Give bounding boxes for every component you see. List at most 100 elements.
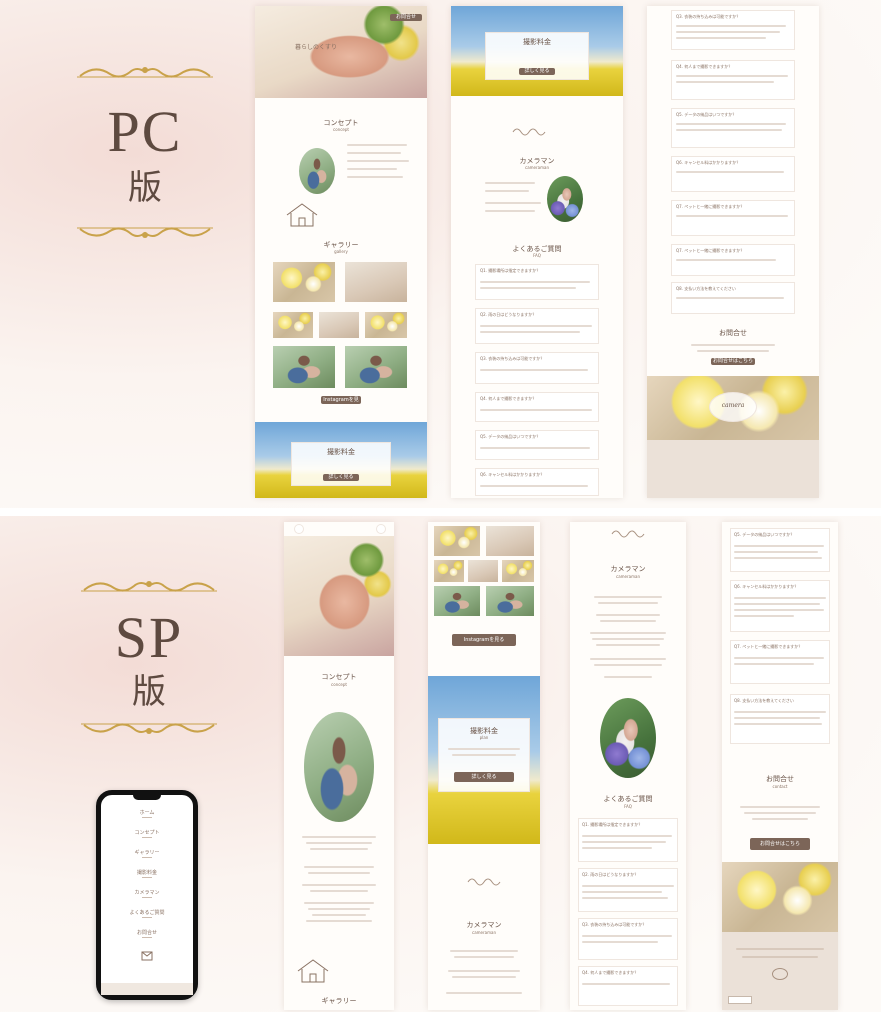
booking-button[interactable]: 詳しく見る	[454, 772, 514, 782]
gallery-photo[interactable]	[468, 560, 498, 582]
footer-flower-image	[722, 862, 838, 932]
logo-text: camera	[721, 402, 745, 409]
faq-item[interactable]: Q5. データの納品はいつですか？	[475, 430, 599, 460]
pc-title: PC	[107, 99, 183, 164]
faq-item[interactable]: Q4. 何人まで撮影できますか？	[475, 392, 599, 422]
faq-item[interactable]: Q1. 撮影場所は指定できますか？	[578, 818, 678, 862]
sp-subtitle: 版	[132, 671, 166, 712]
cameraman-heading-en: cameraman	[472, 930, 496, 935]
sp-page-column-1: コンセプト concept ギャラリー	[284, 522, 394, 1010]
contact-heading: お問合せ	[719, 329, 747, 337]
faq-heading: よくあるご質問	[603, 795, 653, 803]
booking-button[interactable]: 詳しく見る	[323, 474, 359, 481]
ornament-bottom-icon	[81, 723, 217, 734]
pc-page-column-3: Q3. 衣装の持ち込みは可能ですか？ Q4. 何人まで撮影できますか？ Q5. …	[647, 6, 819, 498]
concept-heading-en: concept	[331, 682, 347, 687]
faq-item[interactable]: Q6. キャンセル料はかかりますか？	[475, 468, 599, 496]
ornament-bottom-icon	[77, 227, 213, 238]
house-icon	[286, 203, 318, 227]
instagram-button[interactable]: Instagramを見る	[452, 634, 516, 646]
faq-item[interactable]: Q8. 支払い方法を教えてください	[671, 282, 795, 314]
faq-item[interactable]: Q2. 雨の日はどうなりますか？	[475, 308, 599, 344]
page-top-button[interactable]	[728, 996, 752, 1004]
faq-item[interactable]: Q1. 撮影場所は指定できますか？	[475, 264, 599, 300]
instagram-button[interactable]: Instagramを見る	[321, 396, 361, 411]
gallery-photo[interactable]	[273, 312, 313, 338]
gallery-photo[interactable]	[486, 526, 534, 556]
header-contact-button[interactable]: お問合せ	[390, 14, 422, 21]
gallery-photo[interactable]	[434, 560, 464, 582]
faq-item[interactable]: Q3. 衣装の持ち込みは可能ですか？	[578, 918, 678, 960]
cameraman-heading: カメラマン	[466, 921, 502, 929]
menu-item[interactable]: お問合せ	[101, 929, 193, 938]
gallery-photo[interactable]	[486, 586, 534, 616]
cameraman-photo	[600, 698, 656, 778]
contact-button[interactable]: お問合せはこちら	[711, 358, 755, 365]
gallery-photo[interactable]	[502, 560, 534, 582]
menu-item[interactable]: よくあるご質問	[101, 909, 193, 918]
faq-item[interactable]: Q7. ペットと一緒に撮影できますか？	[730, 640, 830, 684]
scroll-ornament-icon	[611, 530, 645, 538]
cameraman-photo	[547, 176, 583, 222]
faq-item[interactable]: Q5. データの納品はいつですか？	[730, 528, 830, 572]
gallery-photo[interactable]	[345, 346, 407, 388]
gallery-photo[interactable]	[434, 586, 480, 616]
scroll-ornament-icon	[467, 878, 501, 886]
hero-text: 暮らしのくすり	[295, 44, 338, 51]
pc-page-column-1: 暮らしのくすり お問合せ コンセプト concept ギャラリー gallery…	[255, 6, 427, 498]
faq-item[interactable]: Q3. 衣装の持ち込みは可能ですか？	[671, 10, 795, 50]
logo-icon[interactable]	[294, 524, 304, 534]
cameraman-heading: カメラマン	[610, 565, 646, 573]
sp-page-column-2: Instagramを見る 撮影料金 plan 詳しく見る カメラマン camer…	[428, 522, 540, 1010]
faq-item[interactable]: Q2. 雨の日はどうなりますか？	[578, 868, 678, 912]
concept-heading-en: concept	[333, 127, 349, 132]
gallery-photo[interactable]	[319, 312, 359, 338]
gallery-photo[interactable]	[434, 526, 480, 556]
ornament-top-icon	[81, 581, 217, 592]
faq-item[interactable]: Q6. キャンセル料はかかりますか？	[671, 156, 795, 192]
sp-title-block: SP 版	[74, 576, 224, 739]
faq-item[interactable]: Q5. データの納品はいつですか？	[671, 108, 795, 148]
contact-button[interactable]: お問合せはこちら	[750, 838, 810, 850]
concept-photo	[304, 712, 374, 822]
house-icon	[297, 959, 329, 983]
faq-item[interactable]: Q7. ペットと一緒に撮影できますか？	[671, 244, 795, 276]
contact-heading: お問合せ	[766, 775, 794, 783]
gallery-photo[interactable]	[273, 346, 335, 388]
pc-title-block: PC 版	[70, 62, 220, 243]
faq-item[interactable]: Q4. 何人まで撮影できますか？	[671, 60, 795, 100]
mail-icon[interactable]	[141, 951, 153, 961]
menu-item[interactable]: ギャラリー	[101, 849, 193, 858]
contact-heading-en: contact	[772, 784, 788, 789]
sp-title: SP	[114, 605, 184, 670]
pc-subtitle: 版	[128, 167, 162, 208]
cameraman-heading-en: cameraman	[616, 574, 640, 579]
footer-logo	[772, 968, 788, 980]
sp-section: SP 版 ホーム コンセプト ギャラリー 撮影料金 カメラマン よくあるご質問 …	[0, 516, 881, 1012]
pc-page-column-2: 撮影料金 詳しく見る カメラマン cameraman よくあるご質問 FAQ Q…	[451, 6, 623, 498]
booking-button[interactable]: 詳しく見る	[519, 68, 555, 75]
hero-image	[284, 536, 394, 656]
menu-item[interactable]: 撮影料金	[101, 869, 193, 878]
menu-item[interactable]: ホーム	[101, 809, 193, 818]
concept-heading: コンセプト	[321, 673, 357, 681]
faq-item[interactable]: Q4. 何人まで撮影できますか？	[578, 966, 678, 1006]
menu-item[interactable]: コンセプト	[101, 829, 193, 838]
gallery-photo[interactable]	[365, 312, 407, 338]
faq-item[interactable]: Q6. キャンセル料はかかりますか？	[730, 580, 830, 632]
faq-item[interactable]: Q7. ペットと一緒に撮影できますか？	[671, 200, 795, 236]
faq-item[interactable]: Q8. 支払い方法を教えてください	[730, 694, 830, 744]
menu-item[interactable]: カメラマン	[101, 889, 193, 898]
scroll-ornament-icon	[512, 128, 546, 136]
menu-icon[interactable]	[376, 524, 386, 534]
pc-section: PC 版 暮らしのくすり お問合せ コンセプト concept ギャラリー ga…	[0, 0, 881, 508]
faq-heading-en: FAQ	[624, 804, 632, 809]
smartphone-mockup: ホーム コンセプト ギャラリー 撮影料金 カメラマン よくあるご質問 お問合せ	[96, 790, 198, 1000]
gallery-photo[interactable]	[345, 262, 407, 302]
faq-item[interactable]: Q3. 衣装の持ち込みは可能ですか？	[475, 352, 599, 384]
sp-page-column-3: カメラマン cameraman よくあるご質問 FAQ Q1. 撮影場所は指定で…	[570, 522, 686, 1010]
booking-en: plan	[479, 735, 489, 740]
booking-title: 撮影料金	[523, 38, 551, 46]
gallery-photo[interactable]	[273, 262, 335, 302]
gallery-heading: ギャラリー	[321, 997, 357, 1005]
